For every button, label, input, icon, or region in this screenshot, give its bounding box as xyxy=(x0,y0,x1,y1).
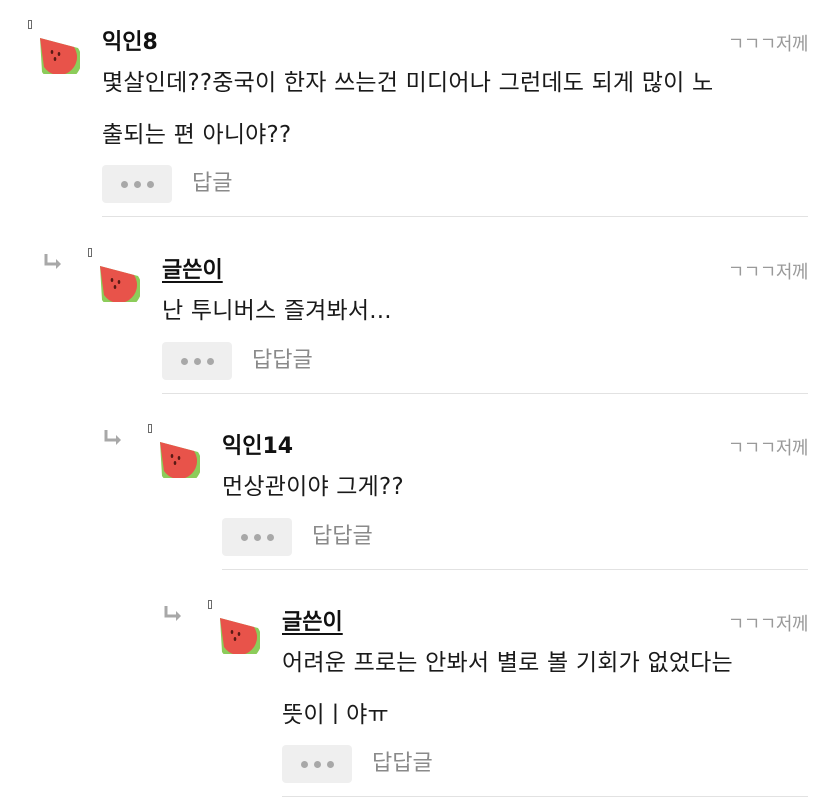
divider xyxy=(162,393,808,394)
reply-arrow-icon xyxy=(44,254,61,269)
more-options-button[interactable] xyxy=(162,342,232,380)
comment-marker xyxy=(28,20,32,29)
reply-arrow-icon xyxy=(164,606,181,621)
divider xyxy=(222,569,808,570)
watermelon-icon xyxy=(100,266,140,302)
reply-button[interactable]: 답답글 xyxy=(312,518,373,556)
watermelon-icon xyxy=(160,442,200,478)
reply-button[interactable]: 답답글 xyxy=(252,342,313,380)
divider xyxy=(282,796,808,797)
comment-text: 먼상관이야 그게?? xyxy=(222,474,404,500)
watermelon-icon xyxy=(40,38,80,74)
comment-author[interactable]: 글쓴이 xyxy=(282,610,343,636)
more-options-button[interactable] xyxy=(222,518,292,556)
more-options-button[interactable] xyxy=(282,745,352,783)
reply-button[interactable]: 답답글 xyxy=(372,745,433,783)
comment-timestamp: ㄱㄱㄱ저께 xyxy=(727,34,809,55)
comment-timestamp: ㄱㄱㄱ저께 xyxy=(727,614,809,635)
comment-timestamp: ㄱㄱㄱ저께 xyxy=(727,262,809,283)
more-options-button[interactable] xyxy=(102,165,172,203)
comment-text: 난 투니버스 즐겨봐서... xyxy=(162,298,392,324)
reply-button[interactable]: 답글 xyxy=(192,165,232,203)
comment-text: 어려운 프로는 안봐서 별로 볼 기회가 없었다는 뜻이ㅣ야ㅠ xyxy=(282,650,733,728)
comment-marker xyxy=(88,248,92,257)
reply-arrow-icon xyxy=(104,430,121,445)
comment-timestamp: ㄱㄱㄱ저께 xyxy=(727,438,809,459)
divider xyxy=(102,216,808,217)
comment-author[interactable]: 글쓴이 xyxy=(162,258,223,284)
comment-marker xyxy=(148,424,152,433)
watermelon-icon xyxy=(220,618,260,654)
comment-text: 몇살인데??중국이 한자 쓰는건 미디어나 그런데도 되게 많이 노 출되는 편… xyxy=(102,70,714,148)
comment-author[interactable]: 익인8 xyxy=(102,30,158,56)
comment-marker xyxy=(208,600,212,609)
comment-author[interactable]: 익인14 xyxy=(222,434,293,460)
